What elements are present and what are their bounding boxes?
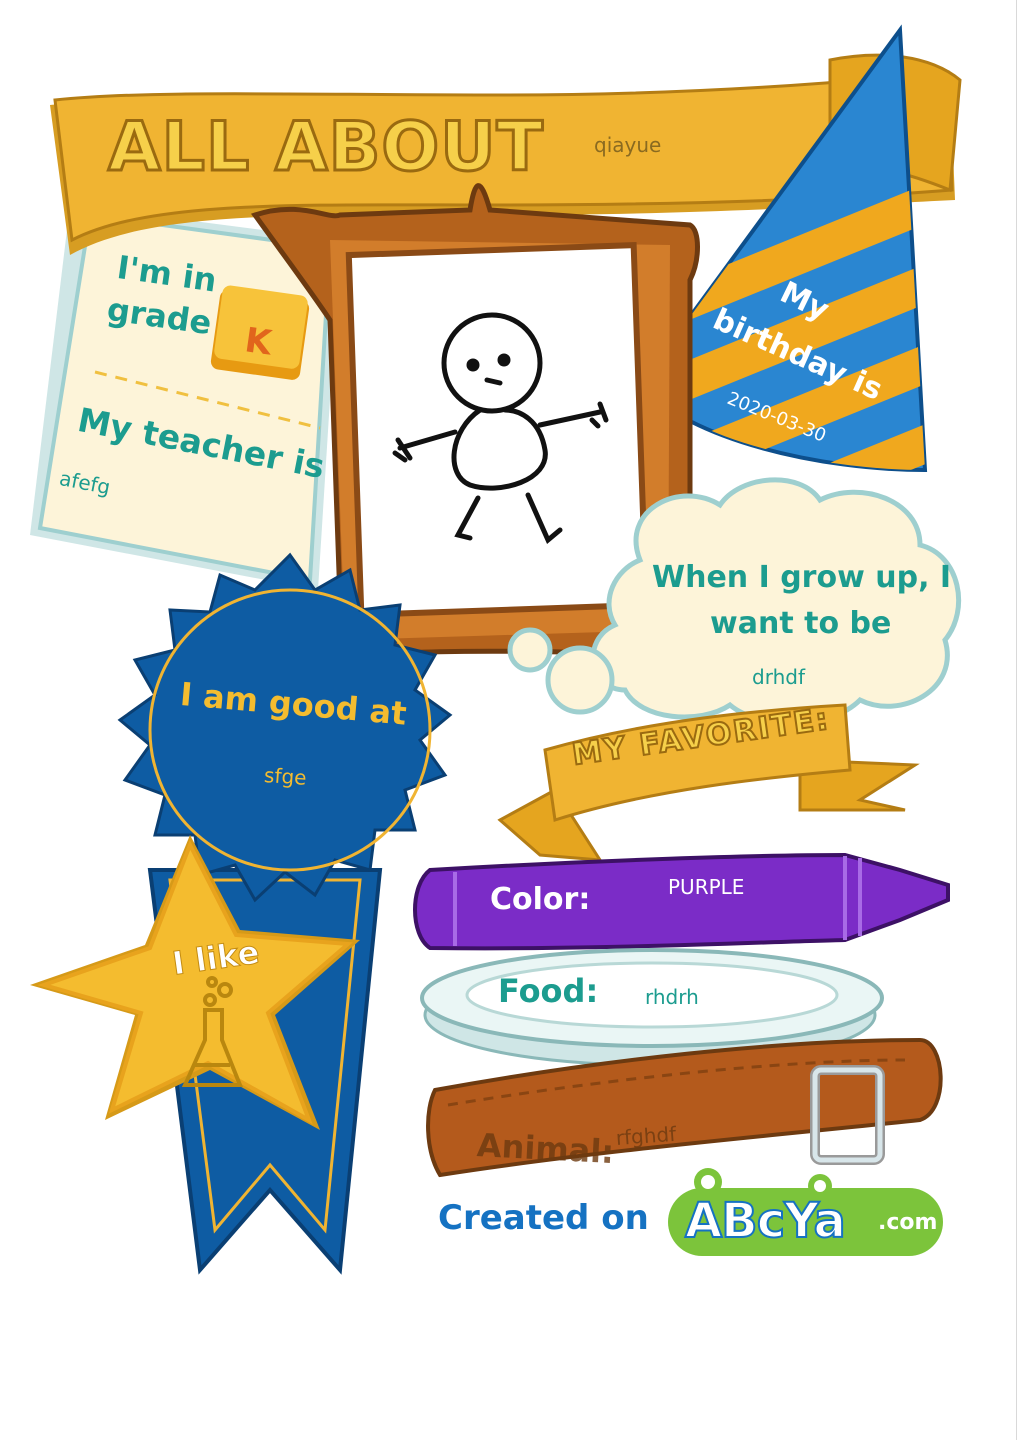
animal-value: rfghdf [615, 1121, 677, 1150]
color-label: Color: [490, 882, 591, 917]
grow-up-label-line2: want to be [710, 606, 892, 641]
food-label: Food: [498, 972, 599, 1010]
poster-page: ALL ABOUT qiayue I'm in grade K My teach… [0, 0, 1017, 1440]
logo-text[interactable]: ABcYa [684, 1192, 847, 1250]
grade-value: K [242, 320, 275, 364]
name-value: qiayue [594, 133, 662, 157]
grow-up-value: drhdf [752, 665, 805, 689]
animal-label: Animal: [476, 1126, 616, 1172]
logo-suffix[interactable]: .com [878, 1210, 937, 1235]
color-value: PURPLE [668, 875, 745, 899]
grow-up-label-line1: When I grow up, I [652, 560, 952, 595]
page-title: ALL ABOUT [107, 107, 545, 189]
food-value: rhdrh [645, 985, 699, 1009]
good-at-value: sfge [263, 763, 308, 790]
created-on-label: Created on [438, 1198, 649, 1238]
